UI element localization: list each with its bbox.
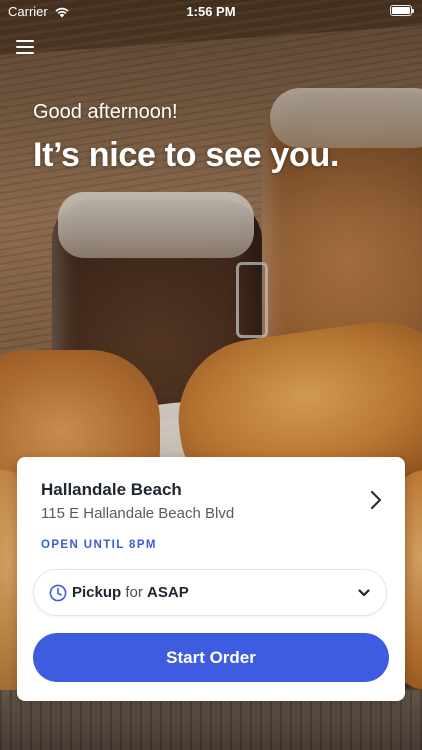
menu-line — [16, 52, 34, 54]
chevron-down-icon — [358, 589, 370, 597]
clock-icon — [49, 584, 67, 602]
store-address: 115 E Hallandale Beach Blvd — [41, 505, 235, 522]
order-mode-value: Pickup — [72, 584, 122, 601]
greeting-text: Good afternoon! — [33, 101, 178, 123]
battery-full-icon — [390, 5, 414, 16]
order-mode-dropdown[interactable]: Pickup for ASAP — [33, 569, 387, 616]
menu-line — [16, 40, 34, 42]
headline-text: It’s nice to see you. — [33, 136, 340, 174]
order-time-value: ASAP — [147, 584, 189, 601]
store-hours-status: OPEN UNTIL 8PM — [41, 539, 157, 551]
status-time: 1:56 PM — [186, 4, 236, 19]
store-card: Hallandale Beach 115 E Hallandale Beach … — [17, 457, 405, 701]
order-mode-connector: for — [125, 584, 143, 601]
hamburger-menu-icon[interactable] — [16, 39, 34, 55]
app-screen: Carrier 1:56 PM Good afternoon! It’s nic… — [0, 0, 422, 750]
order-mode-label: Pickup for ASAP — [72, 584, 189, 601]
start-order-button[interactable]: Start Order — [33, 633, 389, 682]
status-bar: Carrier 1:56 PM — [0, 0, 422, 22]
chevron-right-icon — [370, 490, 382, 510]
store-selector[interactable]: Hallandale Beach 115 E Hallandale Beach … — [17, 457, 405, 537]
menu-line — [16, 46, 34, 48]
store-name: Hallandale Beach — [41, 480, 182, 499]
